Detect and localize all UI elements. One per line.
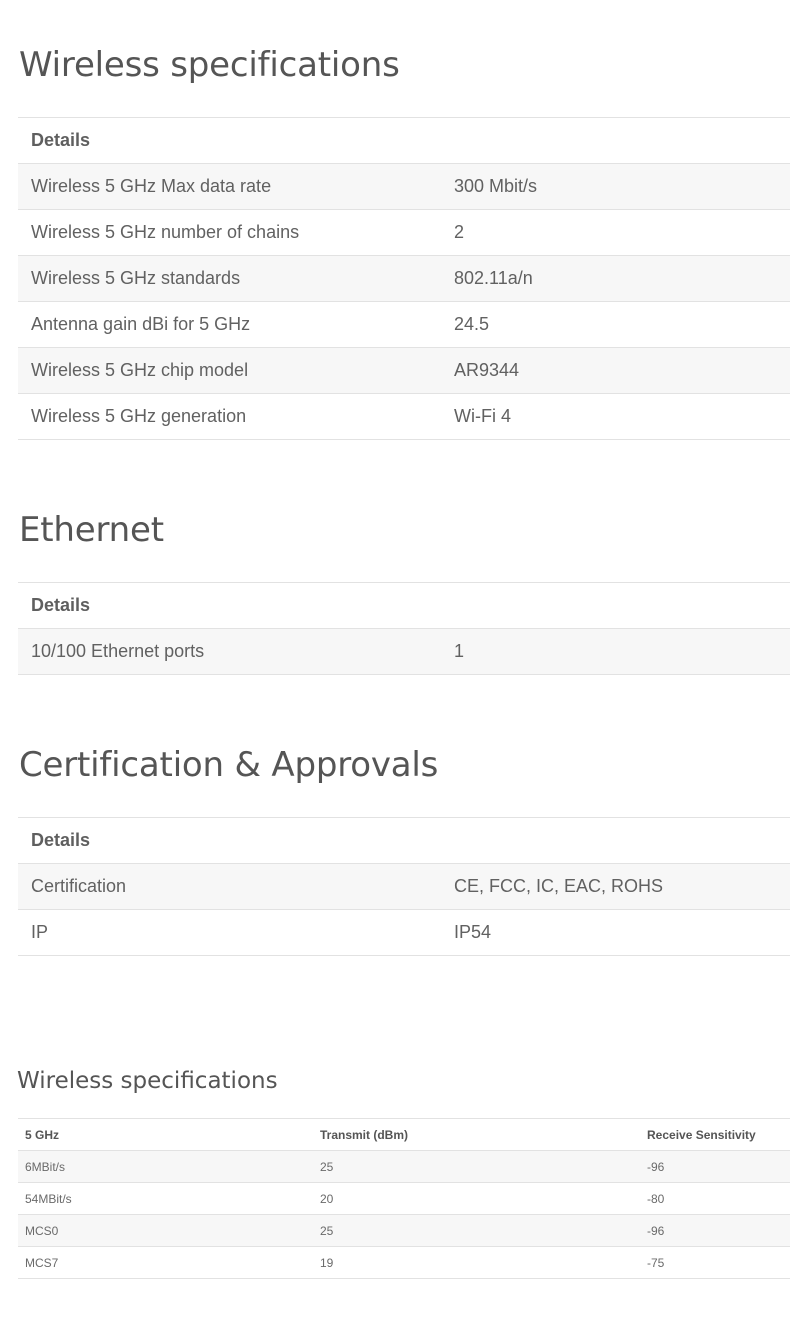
section-title-wireless-performance: Wireless specifications <box>17 1068 278 1094</box>
table-row: MCS0 25 -96 <box>18 1214 790 1247</box>
table-header-details: Details <box>18 117 790 164</box>
rate-cell: 6MBit/s <box>18 1150 313 1183</box>
rate-cell: MCS7 <box>18 1246 313 1279</box>
table-row: Antenna gain dBi for 5 GHz 24.5 <box>18 301 790 348</box>
spec-label: Certification <box>18 863 441 910</box>
spec-label: Wireless 5 GHz number of chains <box>18 209 441 256</box>
transmit-cell: 19 <box>313 1246 640 1279</box>
table-row: 6MBit/s 25 -96 <box>18 1150 790 1183</box>
spec-value: 802.11a/n <box>441 255 790 302</box>
spec-value: 1 <box>441 628 790 675</box>
table-row: 54MBit/s 20 -80 <box>18 1182 790 1215</box>
table-header-row: Details <box>18 117 790 164</box>
spec-label: Wireless 5 GHz Max data rate <box>18 163 441 210</box>
section-title-ethernet: Ethernet <box>19 510 164 550</box>
column-header-transmit: Transmit (dBm) <box>313 1118 640 1151</box>
table-row: Certification CE, FCC, IC, EAC, ROHS <box>18 863 790 910</box>
section-title-certification: Certification & Approvals <box>19 745 439 785</box>
spec-value: IP54 <box>441 909 790 956</box>
table-row: Wireless 5 GHz Max data rate 300 Mbit/s <box>18 163 790 210</box>
spec-value: Wi-Fi 4 <box>441 393 790 440</box>
rate-cell: 54MBit/s <box>18 1182 313 1215</box>
sensitivity-cell: -96 <box>640 1214 790 1247</box>
wireless-performance-table: 5 GHz Transmit (dBm) Receive Sensitivity… <box>18 1118 790 1279</box>
table-header-details: Details <box>18 582 790 629</box>
table-header-row: 5 GHz Transmit (dBm) Receive Sensitivity <box>18 1118 790 1151</box>
table-row: 10/100 Ethernet ports 1 <box>18 628 790 675</box>
spec-value: AR9344 <box>441 347 790 394</box>
certification-spec-table: Details Certification CE, FCC, IC, EAC, … <box>18 817 790 956</box>
wireless-spec-table: Details Wireless 5 GHz Max data rate 300… <box>18 117 790 440</box>
transmit-cell: 25 <box>313 1150 640 1183</box>
spec-label: IP <box>18 909 441 956</box>
sensitivity-cell: -75 <box>640 1246 790 1279</box>
ethernet-spec-table: Details 10/100 Ethernet ports 1 <box>18 582 790 675</box>
table-header-row: Details <box>18 817 790 864</box>
spec-value: 2 <box>441 209 790 256</box>
spec-value: 300 Mbit/s <box>441 163 790 210</box>
table-row: Wireless 5 GHz standards 802.11a/n <box>18 255 790 302</box>
column-header-receive-sensitivity: Receive Sensitivity <box>640 1118 790 1151</box>
spec-label: Wireless 5 GHz chip model <box>18 347 441 394</box>
column-header-5ghz: 5 GHz <box>18 1118 313 1151</box>
section-title-wireless: Wireless specifications <box>19 45 400 85</box>
spec-label: Antenna gain dBi for 5 GHz <box>18 301 441 348</box>
table-row: Wireless 5 GHz number of chains 2 <box>18 209 790 256</box>
sensitivity-cell: -96 <box>640 1150 790 1183</box>
sensitivity-cell: -80 <box>640 1182 790 1215</box>
transmit-cell: 20 <box>313 1182 640 1215</box>
spec-value: 24.5 <box>441 301 790 348</box>
table-row: IP IP54 <box>18 909 790 956</box>
spec-label: 10/100 Ethernet ports <box>18 628 441 675</box>
table-row: MCS7 19 -75 <box>18 1246 790 1279</box>
spec-label: Wireless 5 GHz generation <box>18 393 441 440</box>
table-row: Wireless 5 GHz chip model AR9344 <box>18 347 790 394</box>
table-header-row: Details <box>18 582 790 629</box>
spec-label: Wireless 5 GHz standards <box>18 255 441 302</box>
table-row: Wireless 5 GHz generation Wi-Fi 4 <box>18 393 790 440</box>
spec-value: CE, FCC, IC, EAC, ROHS <box>441 863 790 910</box>
rate-cell: MCS0 <box>18 1214 313 1247</box>
table-header-details: Details <box>18 817 790 864</box>
transmit-cell: 25 <box>313 1214 640 1247</box>
